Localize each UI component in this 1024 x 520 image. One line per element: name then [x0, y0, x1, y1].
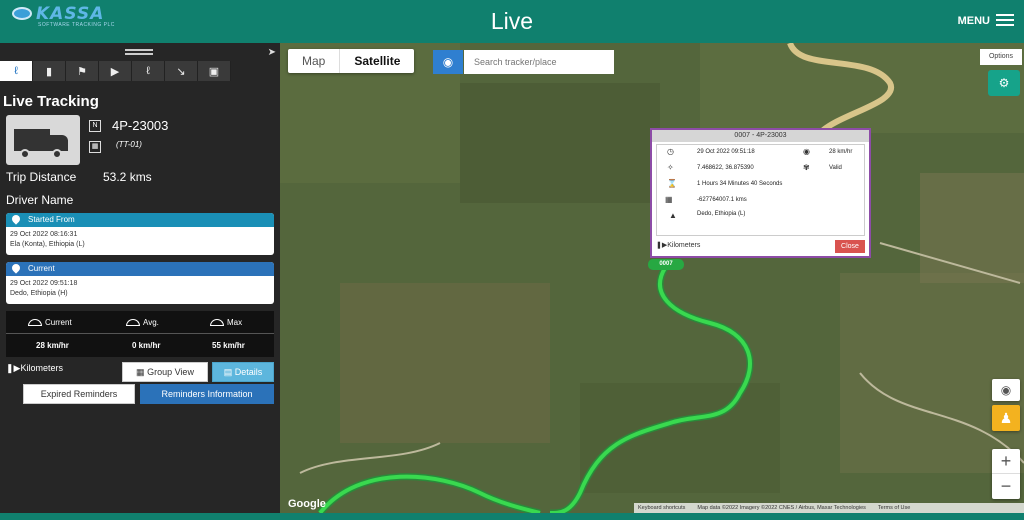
menu-button[interactable]: MENU [958, 14, 1014, 27]
popup-details: ◷ 29 Oct 2022 09:51:18 ◉ 28 km/hr ✧ 7.46… [656, 144, 865, 236]
avg-speed-header: Avg. [126, 318, 159, 327]
sidebar-toolbar: ℓ ▮ ⚑ ▶ ℓ ↘ ▣ [0, 61, 232, 81]
location-pin-icon [10, 262, 22, 274]
thermometer-icon[interactable]: ▮ [33, 61, 66, 81]
kilometers-toggle[interactable]: ❚▶Kilometers [6, 363, 63, 374]
speed-stats: Current Avg. Max 28 km/hr 0 km/hr 55 km/… [6, 311, 274, 357]
started-from-label: Started From [28, 215, 75, 224]
keyboard-shortcuts-link[interactable]: Keyboard shortcuts [638, 503, 685, 513]
started-time: 29 Oct 2022 08:16:31 [10, 231, 78, 238]
satellite-map[interactable]: Map Satellite ◉ Options ⚙ 0007 - 4P-2300… [280, 43, 1024, 513]
pin-icon[interactable]: ➤ [268, 47, 276, 58]
popup-location: Dedo, Ethiopia (L) [697, 211, 746, 217]
footer-bar [0, 513, 1024, 520]
vehicle-info-popup: 0007 - 4P-23003 ◷ 29 Oct 2022 09:51:18 ◉… [650, 128, 871, 258]
hamburger-icon [996, 14, 1014, 27]
settings-icon[interactable]: ⚙ [988, 70, 1020, 96]
current-label: Current [28, 264, 55, 273]
hourglass-icon: ⌛ [667, 179, 677, 188]
popup-coords: 7.468622, 36.875390 [697, 165, 754, 171]
trip-distance-value: 53.2 kms [103, 170, 152, 184]
page-title: Live [490, 8, 534, 34]
drag-handle-icon[interactable] [125, 49, 153, 55]
image-icon[interactable]: ▣ [198, 61, 231, 81]
odometer-icon: ▦ [665, 195, 673, 204]
started-place: Ela (Konta), Ethiopia (L) [10, 241, 85, 248]
current-place: Dedo, Ethiopia (H) [10, 290, 68, 297]
map-type-tabs: Map Satellite [288, 49, 415, 73]
popup-duration: 1 Hours 34 Minutes 40 Seconds [697, 181, 783, 187]
popup-gps-status: Valid [829, 165, 842, 171]
zoom-in-button[interactable]: + [992, 449, 1020, 474]
max-speed-value: 55 km/hr [212, 341, 245, 350]
current-card: Current 29 Oct 2022 09:51:18 Dedo, Ethio… [6, 262, 274, 304]
clock-icon: ◷ [667, 147, 674, 156]
driver-name-label: Driver Name [6, 193, 74, 207]
device-icon: ▦ [89, 141, 101, 153]
vehicle-marker[interactable]: 0007 [648, 259, 684, 270]
details-button[interactable]: ▤ Details [212, 362, 274, 382]
vehicle-id-icon: N [89, 120, 101, 132]
reminders-information-button[interactable]: Reminders Information [140, 384, 274, 404]
google-logo: Google [288, 498, 326, 510]
truck-icon [6, 115, 80, 165]
started-from-card: Started From 29 Oct 2022 08:16:31 Ela (K… [6, 213, 274, 255]
speedometer-icon [28, 319, 42, 327]
eye-icon[interactable]: ◉ [992, 379, 1020, 401]
route-icon[interactable]: ↘ [165, 61, 198, 81]
details-icon: ▤ [223, 367, 233, 377]
sidebar: ➤ ℓ ▮ ⚑ ▶ ℓ ↘ ▣ Live Tracking N 4P-23003… [0, 43, 280, 520]
popup-speed: 28 km/hr [829, 149, 853, 155]
tab-map[interactable]: Map [288, 49, 339, 73]
current-speed-value: 28 km/hr [36, 341, 69, 350]
zoom-control: + − [992, 449, 1020, 499]
speedometer-icon [126, 319, 140, 327]
speed-icon: ◉ [803, 147, 810, 156]
menu-label: MENU [957, 14, 990, 27]
popup-odometer: -627764007.1 kms [697, 197, 747, 203]
direction-arrow-icon: ▲ [669, 211, 677, 220]
current-speed-header: Current [28, 318, 72, 327]
top-bar: KASSA SOFTWARE TRACKING PLC Live MENU [0, 0, 1024, 43]
trip-distance-label: Trip Distance [6, 170, 77, 184]
current-header: Current [6, 262, 274, 276]
terms-of-use-link[interactable]: Terms of Use [878, 503, 910, 513]
speedometer-icon [210, 319, 224, 327]
avg-speed-value: 0 km/hr [132, 341, 161, 350]
play-icon[interactable]: ▶ [99, 61, 132, 81]
max-speed-header: Max [210, 318, 242, 327]
popup-time: 29 Oct 2022 09:51:18 [697, 149, 755, 155]
map-imagery [280, 43, 1024, 513]
crosshair-icon: ✧ [667, 163, 674, 172]
location-pin-icon [10, 213, 22, 225]
live-tab-icon[interactable]: ℓ [0, 61, 33, 81]
zoom-out-button[interactable]: − [992, 474, 1020, 499]
map-data-credit: Map data ©2022 Imagery ©2022 CNES / Airb… [697, 505, 866, 511]
popup-close-button[interactable]: Close [835, 240, 865, 253]
popup-title: 0007 - 4P-23003 [652, 130, 869, 142]
search-tracker-input[interactable] [464, 50, 614, 74]
vehicle-id: 4P-23003 [112, 118, 169, 133]
search-tracker-icon[interactable]: ◉ [433, 50, 463, 74]
popup-kilometers-toggle[interactable]: ❚▶Kilometers [656, 241, 700, 249]
satellite-icon: ✾ [803, 163, 810, 172]
group-view-icon: ▦ [136, 367, 145, 377]
current-time: 29 Oct 2022 09:51:18 [10, 280, 78, 287]
expired-reminders-button[interactable]: Expired Reminders [23, 384, 135, 404]
tab-satellite[interactable]: Satellite [339, 49, 414, 73]
group-view-button[interactable]: ▦ Group View [122, 362, 208, 382]
history-icon[interactable]: ℓ [132, 61, 165, 81]
map-attribution: Keyboard shortcuts Map data ©2022 Imager… [634, 503, 1024, 513]
street-view-icon[interactable]: ♟ [992, 405, 1020, 431]
vehicle-code: (TT-01) [116, 140, 142, 149]
started-from-header: Started From [6, 213, 274, 227]
bell-icon[interactable]: ⚑ [66, 61, 99, 81]
options-button[interactable]: Options [980, 49, 1022, 65]
live-tracking-title: Live Tracking [3, 93, 99, 110]
